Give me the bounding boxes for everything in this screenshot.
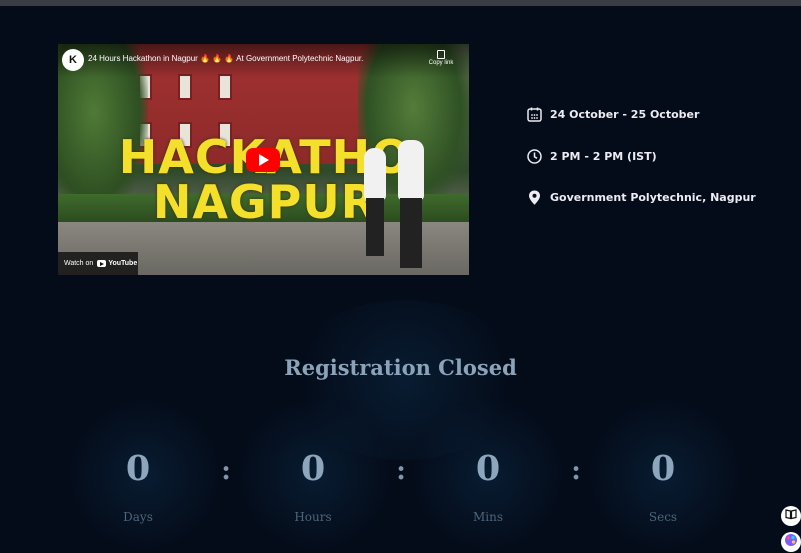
thumbnail-person xyxy=(364,148,386,200)
event-time: 2 PM - 2 PM (IST) xyxy=(526,148,657,165)
book-icon xyxy=(785,507,797,525)
countdown-mins-value: 0 xyxy=(475,448,501,489)
video-title[interactable]: 24 Hours Hackathon in Nagpur 🔥 🔥 🔥 At Go… xyxy=(88,54,363,63)
copy-icon xyxy=(437,50,445,59)
side-widget-button[interactable] xyxy=(781,532,801,552)
event-location: Government Polytechnic, Nagpur xyxy=(526,189,756,206)
youtube-label: YouTube xyxy=(108,260,138,267)
thumbnail-person-legs xyxy=(400,198,422,268)
event-location-text: Government Polytechnic, Nagpur xyxy=(550,191,756,204)
side-widget-button[interactable] xyxy=(781,506,801,526)
countdown-hours-label: Hours xyxy=(294,510,332,524)
countdown-separator: : xyxy=(396,456,406,486)
thumbnail-person-legs xyxy=(366,198,384,256)
palette-icon xyxy=(784,533,798,552)
copy-link-label: Copy link xyxy=(428,60,454,66)
watch-on-label: Watch on xyxy=(64,260,94,267)
background-glow xyxy=(285,300,525,460)
thumbnail-person xyxy=(398,140,424,200)
countdown-separator: : xyxy=(221,456,231,486)
watch-on-youtube-button[interactable]: Watch on YouTube xyxy=(58,252,138,275)
countdown-separator: : xyxy=(571,456,581,486)
countdown-secs-value: 0 xyxy=(650,448,676,489)
countdown-secs-label: Secs xyxy=(648,510,678,524)
play-icon xyxy=(259,154,269,166)
countdown-hours-value: 0 xyxy=(300,448,326,489)
copy-link-button[interactable]: Copy link xyxy=(421,50,461,66)
youtube-embed[interactable]: HACKATHO NAGPUR K 24 Hours Hackathon in … xyxy=(58,44,469,275)
play-button[interactable] xyxy=(246,148,280,172)
map-pin-icon xyxy=(526,189,543,206)
calendar-icon xyxy=(526,106,543,123)
clock-icon xyxy=(526,148,543,165)
youtube-logo: YouTube xyxy=(97,260,137,267)
countdown-days-value: 0 xyxy=(125,448,151,489)
event-time-text: 2 PM - 2 PM (IST) xyxy=(550,150,657,163)
youtube-play-icon xyxy=(97,260,107,267)
channel-logo[interactable]: K xyxy=(62,49,84,71)
countdown-mins-label: Mins xyxy=(472,510,503,524)
event-date-text: 24 October - 25 October xyxy=(550,108,700,121)
top-bar xyxy=(0,0,801,6)
registration-status: Registration Closed xyxy=(284,355,517,380)
event-date: 24 October - 25 October xyxy=(526,106,699,123)
countdown-days-label: Days xyxy=(123,510,153,524)
